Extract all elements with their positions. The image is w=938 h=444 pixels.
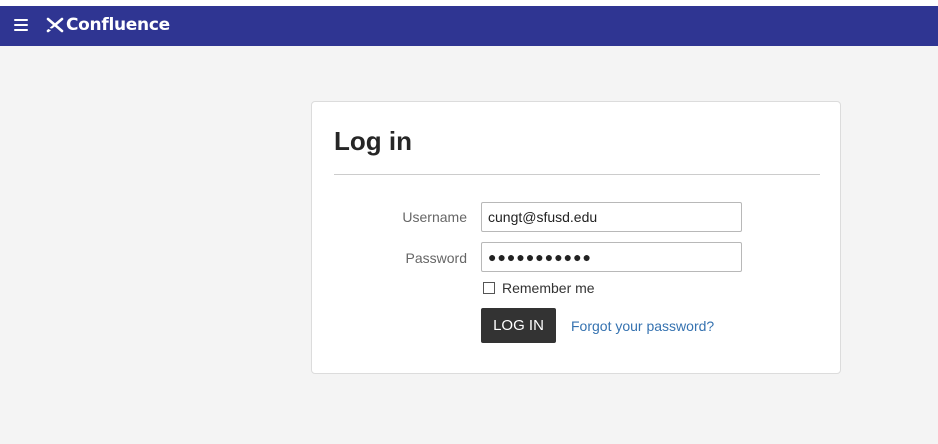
top-header-bar: Confluence bbox=[0, 6, 938, 46]
hamburger-menu-icon[interactable] bbox=[14, 19, 28, 31]
password-label: Password bbox=[405, 250, 467, 266]
page-title: Log in bbox=[334, 126, 412, 156]
app-name: Confluence bbox=[66, 15, 170, 35]
remember-me-row[interactable]: Remember me bbox=[483, 280, 595, 296]
login-button[interactable]: LOG IN bbox=[481, 308, 556, 343]
username-input[interactable] bbox=[481, 202, 742, 232]
password-input[interactable] bbox=[481, 242, 742, 272]
remember-me-checkbox[interactable] bbox=[483, 282, 495, 294]
login-card: Log in Username Password Remember me LOG… bbox=[311, 101, 841, 374]
confluence-logo-icon bbox=[46, 17, 64, 33]
app-logo[interactable]: Confluence bbox=[46, 15, 170, 35]
title-divider bbox=[334, 174, 820, 175]
remember-me-label[interactable]: Remember me bbox=[502, 280, 595, 296]
username-label: Username bbox=[402, 209, 467, 225]
forgot-password-link[interactable]: Forgot your password? bbox=[571, 318, 714, 334]
